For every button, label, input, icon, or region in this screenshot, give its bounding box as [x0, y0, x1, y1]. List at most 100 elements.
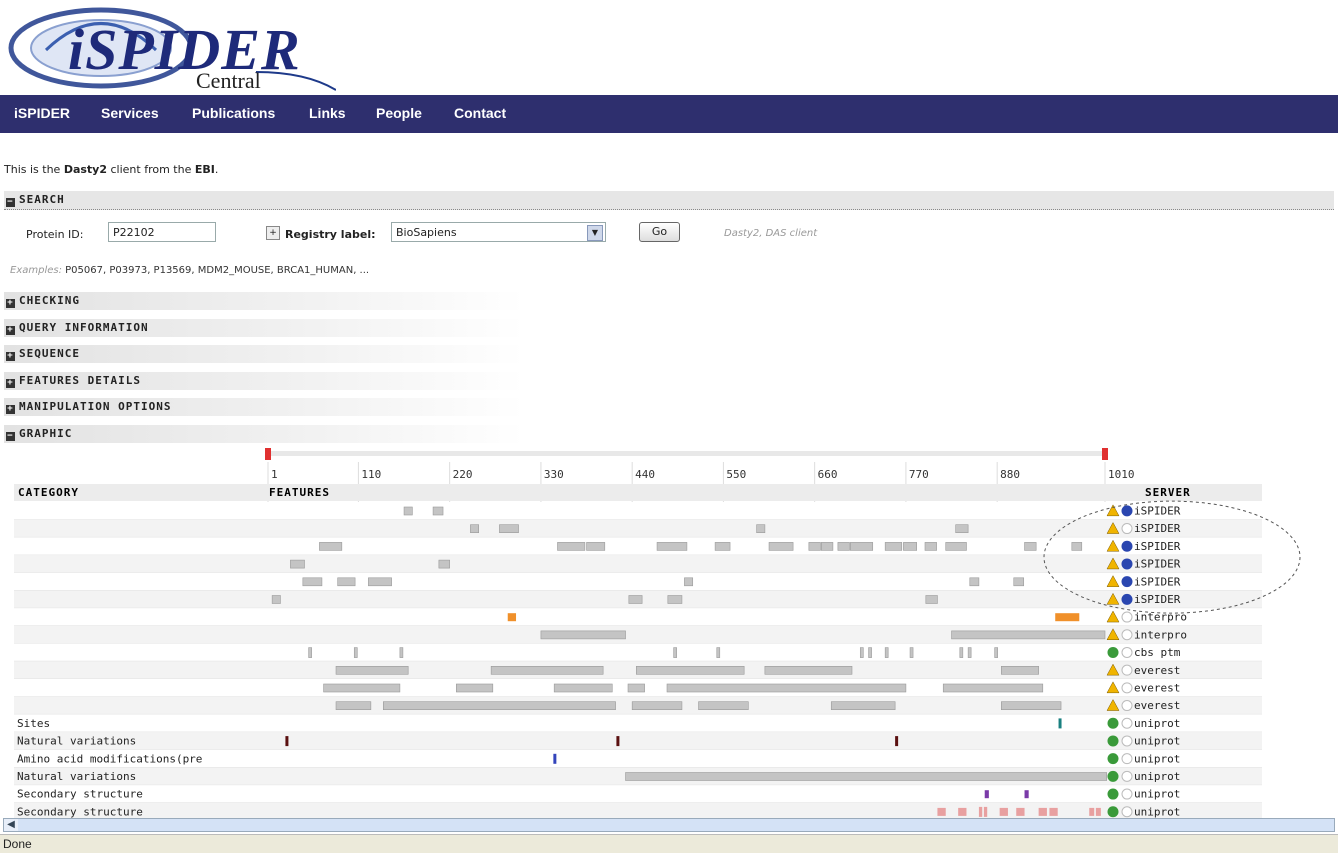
expand-icon[interactable]: +: [6, 352, 15, 361]
feature-mark[interactable]: [884, 647, 889, 658]
track-server[interactable]: interpro: [1134, 628, 1187, 641]
feature-mark[interactable]: [337, 577, 356, 587]
track-server[interactable]: uniprot: [1134, 717, 1180, 730]
track-server[interactable]: everest: [1134, 664, 1180, 677]
feature-mark[interactable]: [319, 542, 343, 551]
feature-mark[interactable]: [884, 542, 903, 551]
feature-mark[interactable]: [353, 647, 358, 658]
feature-mark[interactable]: [302, 577, 323, 587]
feature-mark[interactable]: [636, 666, 745, 675]
dropdown-arrow-icon[interactable]: ▼: [587, 225, 603, 241]
section-manipulation-options[interactable]: + MANIPULATION OPTIONS: [4, 398, 524, 416]
feature-mark[interactable]: [666, 683, 907, 693]
feature-mark[interactable]: [924, 542, 937, 551]
track-server[interactable]: everest: [1134, 699, 1180, 712]
feature-mark[interactable]: [490, 666, 604, 675]
track-server[interactable]: iSPIDER: [1134, 522, 1181, 535]
feature-mark[interactable]: [507, 613, 517, 622]
feature-mark[interactable]: [714, 542, 731, 551]
info-icon[interactable]: [1121, 629, 1133, 641]
ok-icon[interactable]: [1107, 735, 1119, 747]
feature-mark[interactable]: [698, 701, 749, 711]
track-server[interactable]: iSPIDER: [1134, 558, 1181, 571]
feature-mark[interactable]: [808, 542, 821, 551]
feature-mark[interactable]: [456, 683, 494, 693]
feature-mark[interactable]: [1001, 701, 1062, 711]
feature-mark[interactable]: [290, 559, 305, 569]
feature-mark[interactable]: [984, 790, 989, 799]
feature-mark[interactable]: [850, 542, 874, 551]
expand-icon[interactable]: +: [6, 379, 15, 388]
section-checking[interactable]: + CHECKING: [4, 292, 524, 310]
feature-mark[interactable]: [951, 630, 1106, 640]
track-server[interactable]: iSPIDER: [1134, 593, 1181, 606]
go-button[interactable]: Go: [639, 222, 680, 242]
feature-mark[interactable]: [756, 524, 766, 533]
info-icon[interactable]: [1121, 770, 1133, 782]
feature-mark[interactable]: [285, 736, 289, 747]
expand-icon[interactable]: +: [6, 405, 15, 414]
nav-publications[interactable]: Publications: [192, 105, 275, 121]
track-server[interactable]: uniprot: [1134, 735, 1180, 748]
track-server[interactable]: uniprot: [1134, 770, 1180, 783]
track-server[interactable]: iSPIDER: [1134, 505, 1181, 518]
feature-mark[interactable]: [335, 701, 372, 711]
feature-mark[interactable]: [499, 524, 519, 533]
ok-icon[interactable]: [1107, 646, 1119, 658]
range-end-handle[interactable]: [1102, 448, 1108, 460]
feature-mark[interactable]: [335, 666, 409, 675]
examples-list[interactable]: P05067, P03973, P13569, MDM2_MOUSE, BRCA…: [65, 265, 369, 276]
feature-mark[interactable]: [1049, 807, 1058, 816]
feature-mark[interactable]: [959, 647, 964, 658]
feature-mark[interactable]: [999, 807, 1008, 816]
feature-mark[interactable]: [383, 701, 616, 711]
section-query-information[interactable]: + QUERY INFORMATION: [4, 319, 524, 337]
info-icon[interactable]: [1121, 593, 1133, 605]
ok-icon[interactable]: [1107, 717, 1119, 729]
info-icon[interactable]: [1121, 646, 1133, 658]
ok-icon[interactable]: [1107, 806, 1119, 818]
feature-mark[interactable]: [994, 647, 998, 658]
track-server[interactable]: uniprot: [1134, 752, 1180, 765]
feature-mark[interactable]: [1058, 718, 1062, 729]
feature-mark[interactable]: [368, 577, 392, 587]
track-server[interactable]: iSPIDER: [1134, 575, 1181, 588]
expand-icon[interactable]: +: [6, 299, 15, 308]
feature-mark[interactable]: [553, 683, 613, 693]
feature-mark[interactable]: [470, 524, 480, 533]
feature-mark[interactable]: [271, 595, 281, 604]
feature-mark[interactable]: [978, 806, 983, 817]
feature-mark[interactable]: [764, 666, 853, 675]
collapse-icon[interactable]: −: [6, 198, 15, 207]
track-server[interactable]: uniprot: [1134, 805, 1180, 818]
feature-mark[interactable]: [557, 542, 586, 551]
info-icon[interactable]: [1121, 576, 1133, 588]
nav-contact[interactable]: Contact: [454, 105, 506, 121]
feature-mark[interactable]: [768, 542, 794, 551]
nav-services[interactable]: Services: [101, 105, 159, 121]
feature-mark[interactable]: [628, 595, 643, 604]
feature-mark[interactable]: [403, 506, 413, 516]
feature-mark[interactable]: [667, 595, 683, 604]
nav-ispider[interactable]: iSPIDER: [14, 105, 70, 121]
section-features-details[interactable]: + FEATURES DETAILS: [4, 372, 524, 390]
feature-mark[interactable]: [553, 753, 557, 764]
feature-mark[interactable]: [1013, 577, 1025, 587]
feature-mark[interactable]: [909, 647, 914, 658]
feature-mark[interactable]: [969, 577, 980, 587]
feature-mark[interactable]: [937, 807, 946, 816]
track-server[interactable]: interpro: [1134, 611, 1187, 624]
feature-mark[interactable]: [868, 647, 872, 658]
section-search[interactable]: − SEARCH: [4, 191, 1334, 210]
feature-mark[interactable]: [983, 806, 988, 817]
feature-mark[interactable]: [673, 647, 677, 658]
info-icon[interactable]: [1121, 788, 1133, 800]
info-icon[interactable]: [1121, 540, 1133, 552]
registry-select[interactable]: BioSapiens ▼: [391, 222, 606, 242]
feature-mark[interactable]: [627, 683, 645, 693]
nav-people[interactable]: People: [376, 105, 422, 121]
feature-mark[interactable]: [308, 647, 312, 658]
ok-icon[interactable]: [1107, 770, 1119, 782]
info-icon[interactable]: [1121, 806, 1133, 818]
feature-mark[interactable]: [955, 524, 969, 533]
